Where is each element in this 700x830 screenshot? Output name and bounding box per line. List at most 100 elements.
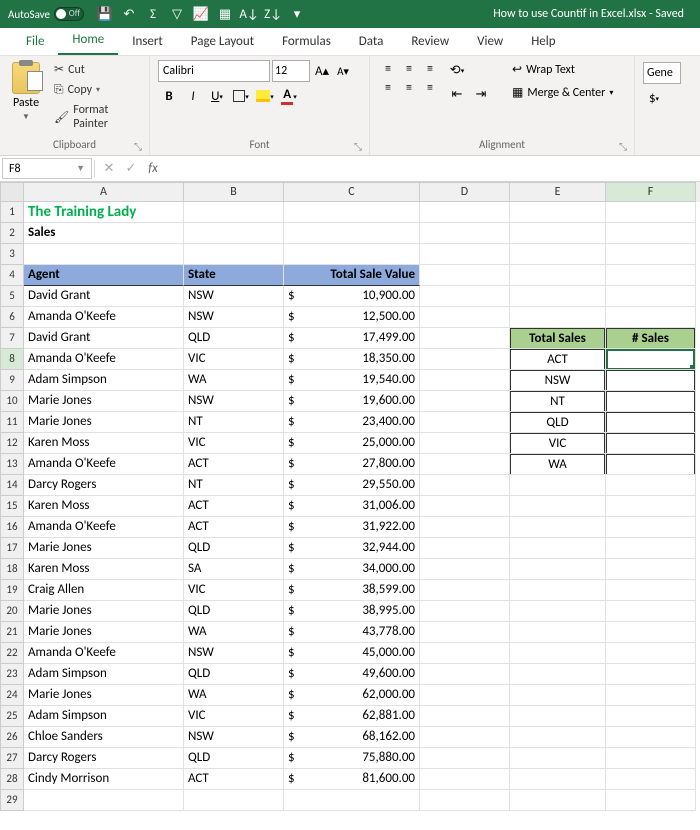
cell[interactable]	[606, 244, 696, 265]
row-header[interactable]: 11	[0, 412, 24, 433]
cell-amount[interactable]: $19,540.00	[284, 370, 420, 391]
cell[interactable]	[606, 475, 696, 496]
cell[interactable]	[420, 622, 510, 643]
number-format-input[interactable]	[643, 62, 681, 84]
cell[interactable]	[420, 202, 510, 223]
cell-agent[interactable]: Karen Moss	[24, 559, 184, 580]
row-header[interactable]: 26	[0, 727, 24, 748]
row-header[interactable]: 4	[0, 265, 24, 286]
cell-state[interactable]: NSW	[184, 643, 284, 664]
cell[interactable]	[606, 223, 696, 244]
cell[interactable]: WA	[510, 454, 606, 475]
copy-button[interactable]: ⎘Copy ▾	[50, 81, 141, 99]
tab-view[interactable]: View	[463, 28, 517, 55]
font-name-input[interactable]	[158, 60, 270, 82]
cell[interactable]: ACT	[510, 349, 606, 370]
filter-icon[interactable]: ▽	[166, 3, 188, 25]
row-header[interactable]: 1	[0, 202, 24, 223]
row-header[interactable]: 24	[0, 685, 24, 706]
cell-amount[interactable]: $43,778.00	[284, 622, 420, 643]
font-dialog-launcher[interactable]: ⤡	[354, 140, 366, 152]
cell[interactable]	[510, 601, 606, 622]
tab-data[interactable]: Data	[345, 28, 398, 55]
cell-amount[interactable]: $68,162.00	[284, 727, 420, 748]
italic-button[interactable]: I	[182, 86, 204, 106]
cell[interactable]	[420, 580, 510, 601]
cell[interactable]	[420, 496, 510, 517]
row-header[interactable]: 5	[0, 286, 24, 307]
cell[interactable]	[184, 244, 284, 265]
cell-agent[interactable]: Karen Moss	[24, 433, 184, 454]
cell-state[interactable]: NSW	[184, 391, 284, 412]
cell[interactable]	[606, 286, 696, 307]
undo-icon[interactable]: ↶	[118, 3, 140, 25]
cell[interactable]	[606, 538, 696, 559]
cell-amount[interactable]: $19,600.00	[284, 391, 420, 412]
cell[interactable]	[606, 643, 696, 664]
cell[interactable]	[510, 265, 606, 286]
qat-more-icon[interactable]: ▾	[286, 3, 308, 25]
tab-insert[interactable]: Insert	[118, 28, 177, 55]
cell-state[interactable]: VIC	[184, 349, 284, 370]
row-header[interactable]: 20	[0, 601, 24, 622]
cell-amount[interactable]: $12,500.00	[284, 307, 420, 328]
tab-page-layout[interactable]: Page Layout	[177, 28, 268, 55]
orientation-button[interactable]: ⟲▾	[446, 60, 468, 80]
cell-amount[interactable]: $62,881.00	[284, 706, 420, 727]
cell[interactable]	[420, 559, 510, 580]
cell-state[interactable]: NSW	[184, 286, 284, 307]
cell-state[interactable]: ACT	[184, 769, 284, 790]
row-header[interactable]: 6	[0, 307, 24, 328]
cell[interactable]	[606, 601, 696, 622]
row-header[interactable]: 23	[0, 664, 24, 685]
row-header[interactable]: 28	[0, 769, 24, 790]
cell-agent[interactable]: Karen Moss	[24, 496, 184, 517]
cell-state[interactable]: ACT	[184, 454, 284, 475]
cell[interactable]: State	[184, 265, 284, 286]
cell-amount[interactable]: $38,995.00	[284, 601, 420, 622]
cell[interactable]	[510, 643, 606, 664]
cell-amount[interactable]: $27,800.00	[284, 454, 420, 475]
align-bottom-button[interactable]: ≡	[420, 60, 440, 78]
row-header[interactable]: 2	[0, 223, 24, 244]
cell[interactable]	[510, 727, 606, 748]
align-center-button[interactable]: ≡	[399, 79, 419, 97]
row-header[interactable]: 29	[0, 790, 24, 811]
row-header[interactable]: 16	[0, 517, 24, 538]
cell[interactable]	[606, 412, 696, 433]
increase-font-icon[interactable]: A▴	[312, 64, 332, 79]
cell-state[interactable]: VIC	[184, 706, 284, 727]
cell[interactable]	[420, 769, 510, 790]
row-header[interactable]: 3	[0, 244, 24, 265]
cancel-formula-icon[interactable]: ✕	[99, 159, 119, 179]
cell[interactable]	[420, 265, 510, 286]
cell[interactable]	[420, 517, 510, 538]
select-all-corner[interactable]	[0, 182, 24, 202]
cell[interactable]: Total Sale Value	[284, 265, 420, 286]
tab-help[interactable]: Help	[517, 28, 569, 55]
cell-state[interactable]: SA	[184, 559, 284, 580]
decrease-font-icon[interactable]: A▾	[334, 65, 352, 78]
cell-state[interactable]: QLD	[184, 538, 284, 559]
cell-amount[interactable]: $75,880.00	[284, 748, 420, 769]
cell-agent[interactable]: Darcy Rogers	[24, 475, 184, 496]
cell[interactable]	[606, 391, 696, 412]
cell[interactable]	[606, 307, 696, 328]
align-left-button[interactable]: ≡	[378, 79, 398, 97]
cell-agent[interactable]: Adam Simpson	[24, 706, 184, 727]
row-header[interactable]: 25	[0, 706, 24, 727]
cell-agent[interactable]: Amanda O'Keefe	[24, 517, 184, 538]
cell[interactable]	[510, 769, 606, 790]
cell[interactable]	[420, 307, 510, 328]
cell[interactable]	[420, 601, 510, 622]
cell-amount[interactable]: $18,350.00	[284, 349, 420, 370]
clipboard-dialog-launcher[interactable]: ⤡	[134, 140, 146, 152]
cell[interactable]	[510, 475, 606, 496]
cell[interactable]	[510, 517, 606, 538]
row-header[interactable]: 12	[0, 433, 24, 454]
align-middle-button[interactable]: ≡	[399, 60, 419, 78]
cell-state[interactable]: NT	[184, 475, 284, 496]
cell[interactable]	[420, 727, 510, 748]
cell-agent[interactable]: Adam Simpson	[24, 664, 184, 685]
row-header[interactable]: 17	[0, 538, 24, 559]
